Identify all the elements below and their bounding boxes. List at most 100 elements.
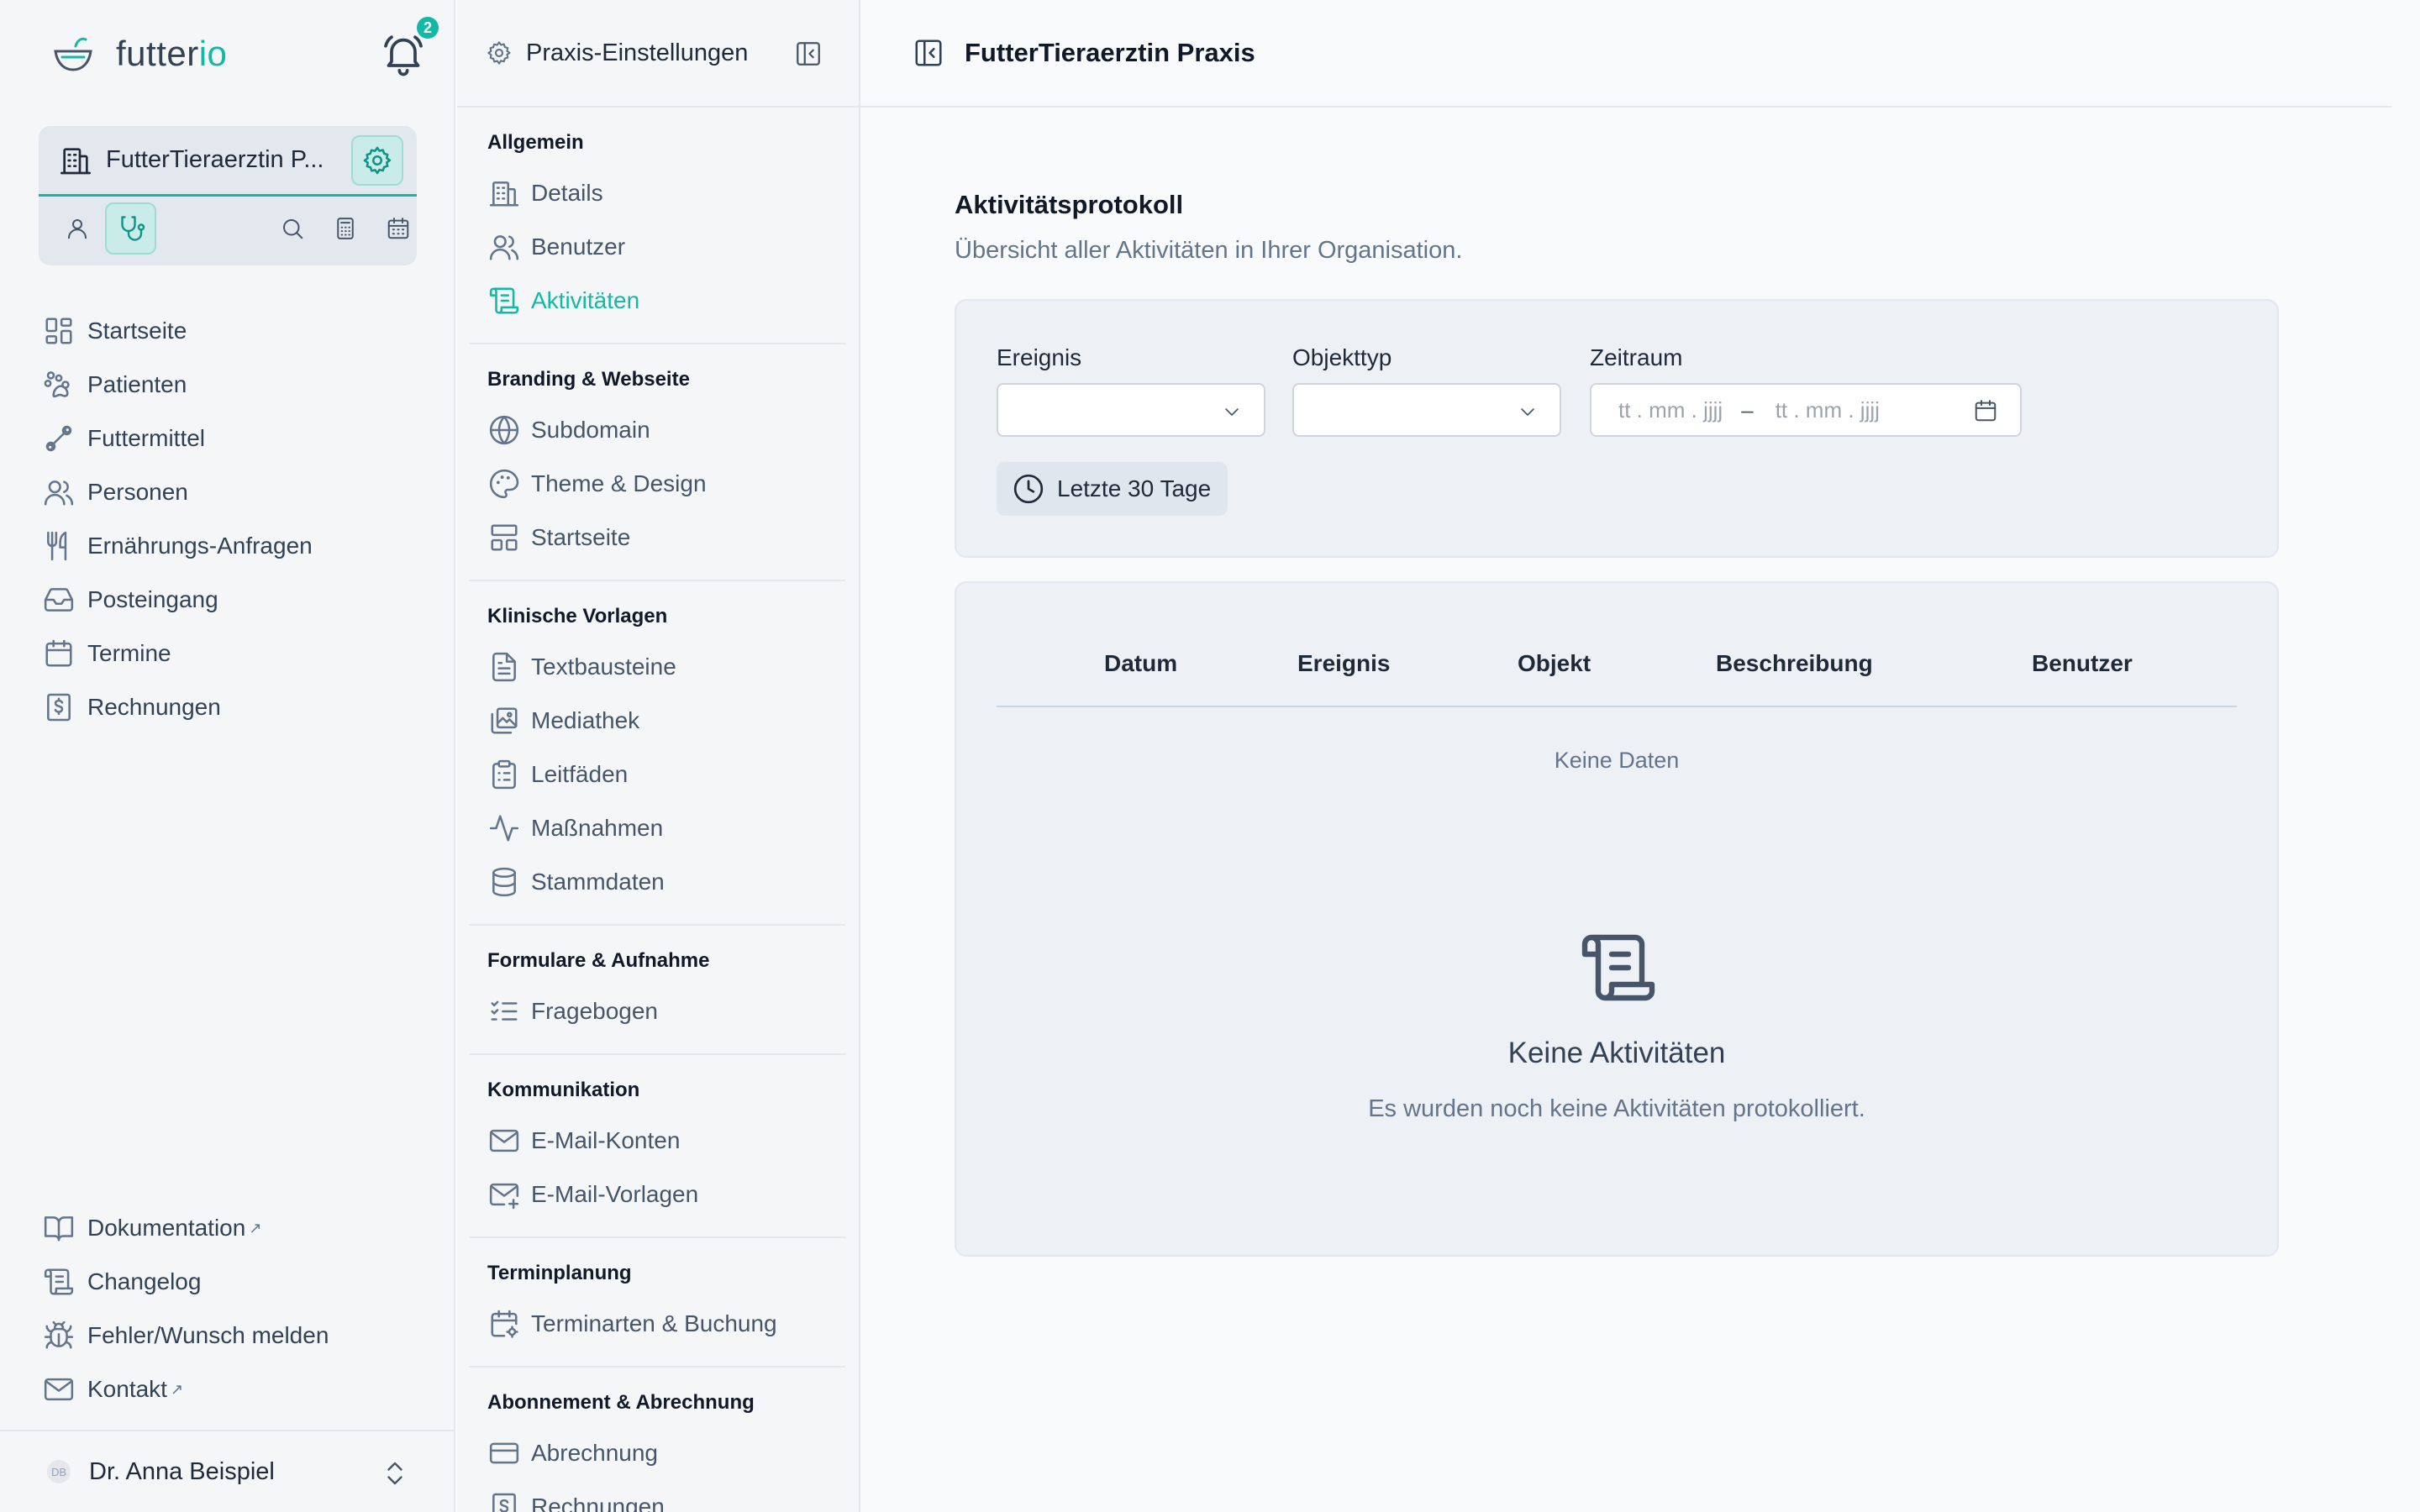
nav-item-patienten[interactable]: Patienten [42,358,420,412]
settings-item-details[interactable]: Details [469,166,845,220]
settings-item-label: Stammdaten [531,869,665,895]
nav-item-personen[interactable]: Personen [42,465,420,519]
settings-item-subdomain[interactable]: Subdomain [469,403,845,457]
daterange-input[interactable]: tt . mm . jjjj – tt . mm . jjjj [1590,383,2022,437]
logo[interactable]: futterio [50,30,227,77]
nav-item-changelog[interactable]: Changelog [42,1255,420,1309]
scroll-icon [487,284,521,318]
nav-item-label: Dokumentation [87,1215,246,1241]
settings-item-mediathek[interactable]: Mediathek [469,694,845,748]
panel-toggle-icon[interactable] [913,37,944,69]
calendar-icon [42,637,76,670]
settings-item-terminarten[interactable]: Terminarten & Buchung [469,1297,845,1351]
nav-item-startseite[interactable]: Startseite [42,304,420,358]
settings-item-aktivitaeten[interactable]: Aktivitäten [469,274,845,328]
main-content: FutterTieraerztin Praxis Aktivitätsproto… [860,0,2420,1512]
settings-item-email-konten[interactable]: E-Mail-Konten [469,1114,845,1168]
settings-item-label: Abrechnung [531,1440,659,1466]
section-title: Terminplanung [487,1262,632,1284]
nav-item-label: Rechnungen [87,694,221,720]
objecttype-filter-select[interactable] [1292,383,1561,437]
logo-text: futterio [116,34,228,73]
settings-sidebar: Praxis-Einstellungen Allgemein Details B… [457,0,860,1512]
globe-icon [487,413,521,447]
settings-item-leitfaeden[interactable]: Leitfäden [469,748,845,801]
settings-item-label: Benutzer [531,234,626,260]
nav-item-futtermittel[interactable]: Futtermittel [42,412,420,465]
organization-card: FutterTieraerztin P... [39,126,417,265]
column-header-benutzer[interactable]: Benutzer [2032,650,2133,677]
mail-icon [42,1373,76,1406]
settings-item-abrechnung[interactable]: Abrechnung [469,1426,845,1480]
date-from-placeholder[interactable]: tt . mm . jjjj [1618,397,1723,423]
date-to-placeholder[interactable]: tt . mm . jjjj [1776,397,1880,423]
settings-item-textbausteine[interactable]: Textbausteine [469,640,845,694]
user-tool-button[interactable] [59,210,95,247]
event-filter-select[interactable] [997,383,1265,437]
settings-item-massnahmen[interactable]: Maßnahmen [469,801,845,855]
calendar-gear-icon [487,1307,521,1341]
main-header: FutterTieraerztin Praxis [860,0,2391,108]
vet-mode-button[interactable] [105,202,157,255]
calculator-button[interactable] [327,210,363,247]
calendar-button[interactable] [381,210,417,247]
org-name[interactable]: FutterTieraerztin P... [106,146,343,174]
last-30-days-button[interactable]: Letzte 30 Tage [997,462,1228,516]
nav-item-termine[interactable]: Termine [42,627,420,680]
settings-item-theme[interactable]: Theme & Design [469,457,845,511]
clipboard-icon [487,758,521,791]
main-nav: Startseite Patienten Futtermittel Person… [42,304,420,734]
page-subtitle: Übersicht aller Aktivitäten in Ihrer Org… [955,237,1463,264]
main-sidebar: futterio 2 FutterTieraerztin P... Starts… [0,0,455,1512]
settings-title: Praxis-Einstellungen [526,39,749,66]
section-title: Abonnement & Abrechnung [487,1391,755,1414]
column-header-beschreibung[interactable]: Beschreibung [1716,650,1873,677]
section-title: Formulare & Aufnahme [487,949,710,972]
book-icon [42,1211,76,1245]
settings-item-email-vorlagen[interactable]: E-Mail-Vorlagen [469,1168,845,1221]
filter-panel: Ereignis Objekttyp Zeitraum tt . mm . jj… [955,299,2279,558]
settings-item-startseite[interactable]: Startseite [469,511,845,564]
org-settings-button[interactable] [351,134,403,186]
invoice-icon [487,1490,521,1512]
users-icon [42,475,76,509]
nav-item-fehler-melden[interactable]: Fehler/Wunsch melden [42,1309,420,1362]
settings-section-abonnement: Abonnement & Abrechnung Abrechnung Rechn… [469,1368,845,1512]
nav-item-ernaehrungs-anfragen[interactable]: Ernährungs-Anfragen [42,519,420,573]
settings-item-label: Fragebogen [531,998,659,1024]
images-icon [487,704,521,738]
settings-item-fragebogen[interactable]: Fragebogen [469,984,845,1038]
column-header-objekt[interactable]: Objekt [1518,650,1591,677]
page-header-title: FutterTieraerztin Praxis [965,38,1255,67]
bug-icon [42,1319,76,1352]
settings-item-benutzer[interactable]: Benutzer [469,220,845,274]
settings-item-label: E-Mail-Konten [531,1127,681,1153]
search-button[interactable] [274,210,310,247]
stethoscope-icon [116,213,146,244]
user-menu[interactable]: DB Dr. Anna Beispiel [0,1430,455,1512]
settings-section-klinische-vorlagen: Klinische Vorlagen Textbausteine Mediath… [469,581,845,926]
nav-item-dokumentation[interactable]: Dokumentation ↗ [42,1201,420,1255]
nav-item-rechnungen[interactable]: Rechnungen [42,680,420,734]
settings-section-terminplanung: Terminplanung Terminarten & Buchung [469,1238,845,1368]
gear-icon [486,39,513,66]
settings-item-label: Startseite [531,524,631,550]
nav-item-kontakt[interactable]: Kontakt ↗ [42,1362,420,1416]
panel-collapse-icon[interactable] [793,39,823,69]
daterange-label: Zeitraum [1590,344,1683,370]
column-header-ereignis[interactable]: Ereignis [1297,650,1390,677]
column-header-datum[interactable]: Datum [1104,650,1177,677]
settings-item-label: Textbausteine [531,654,676,680]
nav-item-posteingang[interactable]: Posteingang [42,573,420,627]
calendar-icon[interactable] [1973,398,1998,423]
chevrons-up-down-icon[interactable] [380,1457,410,1490]
settings-item-stammdaten[interactable]: Stammdaten [469,855,845,909]
notifications-button[interactable] [380,30,427,77]
settings-item-label: Mediathek [531,707,640,733]
building-icon [59,144,92,177]
settings-section-kommunikation: Kommunikation E-Mail-Konten E-Mail-Vorla… [469,1055,845,1238]
section-title: Kommunikation [487,1079,640,1101]
user-name: Dr. Anna Beispiel [89,1457,275,1485]
bell-icon [380,30,427,77]
settings-item-rechnungen[interactable]: Rechnungen [469,1480,845,1512]
